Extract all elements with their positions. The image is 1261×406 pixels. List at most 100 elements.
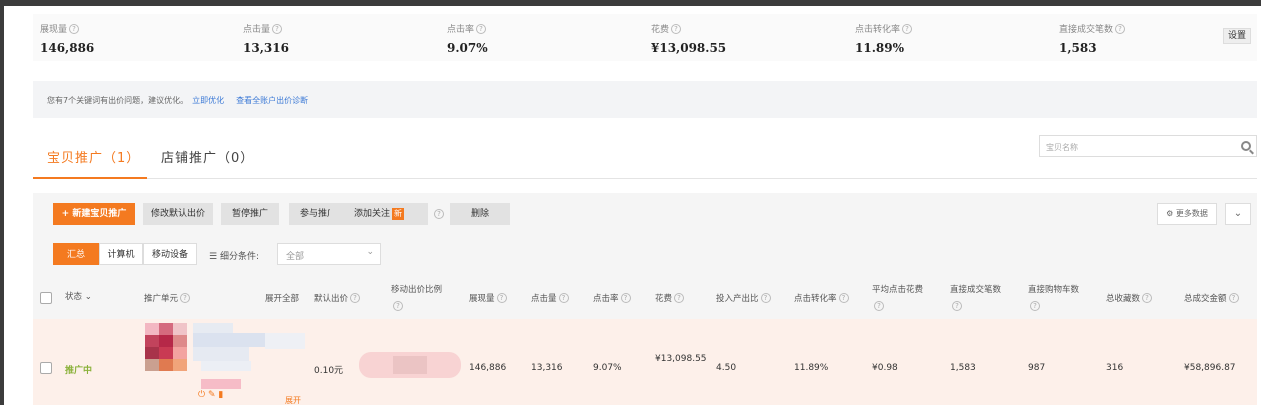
stat-label: 点击转化率 [855, 25, 901, 35]
col-status[interactable]: 状态 ⌄ [65, 290, 92, 302]
col-default-bid: 默认出价 [314, 292, 361, 304]
row-roi: 4.50 [716, 363, 737, 373]
stat-label: 直接成交笔数 [1059, 25, 1114, 35]
row-clicks: 13,316 [531, 363, 563, 373]
stat-value: 13,316 [243, 41, 289, 55]
filter-select[interactable]: 全部 ⌄ [277, 243, 381, 265]
col-cost[interactable]: 花费 [655, 292, 685, 304]
col-gmv-label: 总成交金额 [1184, 294, 1227, 304]
stat-value: ¥13,098.55 [651, 41, 727, 55]
help-icon[interactable] [272, 24, 283, 34]
help-icon[interactable] [393, 301, 403, 311]
row-impressions: 146,886 [469, 363, 507, 373]
modify-default-bid-button[interactable]: 修改默认出价 [143, 203, 213, 225]
select-all-checkbox[interactable] [40, 292, 52, 304]
more-data-button[interactable]: ⚙ 更多数据 [1157, 203, 1217, 225]
help-icon[interactable] [902, 24, 913, 34]
help-icon[interactable] [874, 301, 884, 311]
blurred-mobile-ratio [359, 352, 461, 378]
stat-direct-orders: 直接成交笔数 1,583 [1059, 22, 1126, 55]
col-cpc[interactable]: 平均点击花费 [872, 283, 923, 312]
help-icon[interactable] [1115, 24, 1126, 34]
chevron-down-icon[interactable]: ⌄ [1225, 203, 1251, 225]
more-data-label: 更多数据 [1175, 209, 1208, 218]
help-icon[interactable] [952, 301, 962, 311]
new-item-promotion-button[interactable]: + 新建宝贝推广 [53, 203, 135, 225]
active-tab-indicator [33, 177, 147, 179]
col-default-bid-label: 默认出价 [314, 294, 349, 304]
help-icon[interactable] [1030, 301, 1040, 311]
col-cvr[interactable]: 点击转化率 [794, 292, 849, 304]
help-icon[interactable] [1228, 293, 1239, 303]
row-gmv: ¥58,896.87 [1184, 363, 1236, 373]
segment-summary[interactable]: 汇总 [53, 243, 99, 265]
settings-button[interactable]: 设置 [1222, 28, 1251, 44]
stat-label: 点击量 [243, 25, 271, 35]
help-icon[interactable] [350, 293, 361, 303]
help-icon[interactable] [496, 293, 507, 303]
blurred-item-image[interactable] [141, 323, 311, 389]
tab-item-promotion[interactable]: 宝贝推广（1） [47, 147, 140, 166]
col-direct-cart-label: 直接购物车数 [1028, 285, 1080, 295]
col-favorites[interactable]: 总收藏数 [1106, 292, 1153, 304]
segment-mobile[interactable]: 移动设备 [143, 243, 197, 265]
help-icon[interactable] [558, 293, 569, 303]
col-roi[interactable]: 投入产出比 [716, 292, 771, 304]
help-icon[interactable] [838, 293, 849, 303]
help-icon[interactable] [180, 293, 191, 303]
col-impressions-label: 展现量 [469, 294, 495, 304]
col-direct-cart[interactable]: 直接购物车数 [1028, 283, 1079, 312]
tab-shop-promotion[interactable]: 店铺推广（0） [161, 147, 254, 166]
col-clicks[interactable]: 点击量 [531, 292, 569, 304]
optimize-now-link[interactable]: 立即优化 [192, 96, 224, 105]
stat-value: 1,583 [1059, 41, 1097, 55]
help-icon[interactable] [674, 293, 685, 303]
stat-clicks: 点击量 13,316 [243, 22, 289, 55]
stat-cost: 花费 ¥13,098.55 [651, 22, 726, 55]
stat-impressions: 展现量 146,886 [40, 22, 94, 55]
help-icon[interactable] [434, 209, 444, 219]
row-direct-cart: 987 [1028, 363, 1046, 373]
col-impressions[interactable]: 展现量 [469, 292, 507, 304]
help-icon[interactable] [671, 24, 682, 34]
chevron-down-icon: ⌄ [84, 292, 92, 302]
row-status: 推广中 [65, 366, 93, 376]
row-default-bid[interactable]: 0.10元 [314, 363, 343, 376]
help-icon[interactable] [476, 24, 487, 34]
row-favorites: 316 [1106, 363, 1124, 373]
col-gmv[interactable]: 总成交金额 [1184, 292, 1239, 304]
trash-icon[interactable]: ▮ [218, 390, 223, 400]
pause-promotion-button[interactable]: 暂停推广 [221, 203, 279, 225]
col-cost-label: 花费 [655, 294, 673, 304]
help-icon[interactable] [620, 293, 631, 303]
list-icon: ☰ [209, 252, 218, 262]
segment-computer[interactable]: 计算机 [99, 243, 143, 265]
bid-diagnosis-link[interactable]: 查看全账户出价诊断 [236, 96, 308, 105]
col-direct-orders[interactable]: 直接成交笔数 [950, 283, 1001, 312]
row-expand-link[interactable]: 展开 [285, 395, 301, 406]
col-direct-orders-label: 直接成交笔数 [950, 285, 1002, 295]
bid-notice: 您有7个关键词有出价问题，建议优化。 立即优化 查看全账户出价诊断 [33, 81, 1257, 118]
col-ctr[interactable]: 点击率 [593, 292, 631, 304]
stat-label: 展现量 [40, 25, 68, 35]
item-search-input[interactable]: 宝贝名称 [1039, 135, 1257, 157]
stat-value: 9.07% [447, 41, 488, 55]
col-unit-label: 推广单元 [144, 294, 179, 304]
stat-value: 11.89% [855, 41, 904, 55]
delete-button[interactable]: 删除 [450, 203, 510, 225]
help-icon[interactable] [69, 24, 80, 34]
col-ctr-label: 点击率 [593, 294, 619, 304]
help-icon[interactable] [1142, 293, 1153, 303]
row-checkbox[interactable] [40, 362, 52, 374]
expand-all-link[interactable]: 展开全部 [265, 292, 299, 304]
row-ctr: 9.07% [593, 363, 622, 373]
filter-label-text: 细分条件: [219, 252, 259, 262]
power-icon[interactable]: ⏻ [198, 390, 205, 400]
search-placeholder: 宝贝名称 [1046, 143, 1078, 152]
help-icon[interactable] [760, 293, 771, 303]
col-mobile-ratio: 移动出价比例 [391, 283, 442, 312]
edit-icon[interactable]: ✎ [208, 390, 216, 400]
search-icon[interactable] [1241, 141, 1251, 151]
add-follow-button[interactable]: 添加关注新 [330, 203, 428, 225]
stat-value: 146,886 [40, 41, 95, 55]
